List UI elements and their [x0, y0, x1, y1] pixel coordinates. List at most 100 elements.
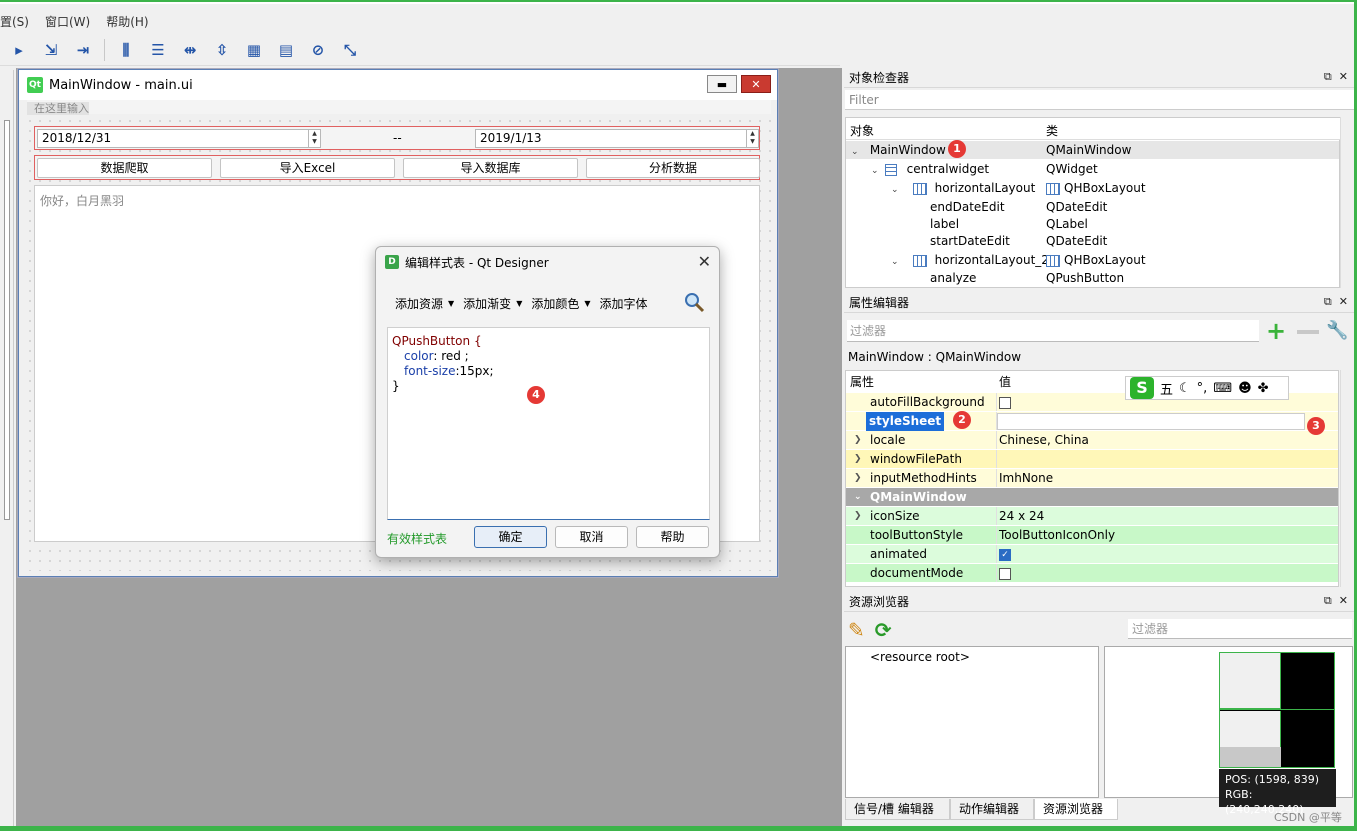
help-button[interactable]: 帮助 — [636, 526, 709, 548]
dialog-close-icon[interactable]: ✕ — [698, 252, 711, 271]
minimize-button[interactable]: ▬ — [707, 75, 737, 93]
remove-property-icon[interactable] — [1297, 330, 1319, 334]
tab-signal-slot-editor[interactable]: 信号/槽 编辑器 — [845, 799, 950, 820]
stylesheet-editor[interactable]: QPushButton { color: red ; font-size:15p… — [387, 327, 710, 520]
layout-form-icon[interactable]: ▤ — [273, 37, 299, 63]
chevron-right-icon[interactable]: ❯ — [854, 450, 862, 469]
menu-settings[interactable]: 置(S) — [0, 13, 29, 30]
adjust-size-icon[interactable]: ⤡ — [337, 37, 363, 63]
tree-row[interactable]: ⌄ horizontalLayout_2 QHBoxLayout — [846, 251, 1339, 269]
keyboard-icon[interactable]: ⌨ — [1213, 381, 1232, 396]
chevron-down-icon[interactable]: ⌄ — [846, 143, 859, 161]
property-filter-input[interactable]: 过滤器 — [847, 320, 1259, 342]
chevron-down-icon[interactable]: ⌄ — [854, 488, 862, 507]
magnifier-icon[interactable] — [683, 291, 705, 313]
column-property: 属性 — [850, 375, 875, 389]
dialog-title-bar[interactable]: D 编辑样式表 - Qt Designer ✕ — [376, 247, 719, 277]
add-dynamic-property-icon[interactable]: + — [1266, 319, 1286, 343]
reload-icon[interactable]: ⟳ — [875, 618, 892, 642]
edit-signals-icon[interactable]: ▸ — [6, 37, 32, 63]
analyze-data-button[interactable]: 分析数据 — [586, 158, 760, 178]
start-date-edit[interactable]: 2018/12/31 ▲ ▼ — [37, 129, 321, 148]
menu-type-here[interactable]: 在这里输入 — [27, 102, 89, 115]
chevron-down-icon[interactable]: ⌄ — [846, 162, 879, 180]
object-tree[interactable]: 对象 类 ⌄ MainWindow QMainWindow 1 ⌄ centra… — [845, 117, 1341, 288]
dock-float-close-icon[interactable]: ⧉ ✕ — [1324, 70, 1348, 84]
chevron-down-icon[interactable]: ▼ — [584, 299, 590, 308]
import-database-button[interactable]: 导入数据库 — [403, 158, 578, 178]
dock-float-close-icon[interactable]: ⧉ ✕ — [1324, 594, 1348, 608]
tree-row[interactable]: endDateEdit QDateEdit — [846, 198, 1339, 216]
resource-tree[interactable]: <resource root> — [845, 646, 1099, 798]
edit-buddies-icon[interactable]: ⇲ — [38, 37, 64, 63]
ime-mode-label[interactable]: 五 — [1160, 379, 1173, 398]
property-row[interactable]: ❯ inputMethodHints ImhNone — [846, 469, 1338, 488]
add-color-button[interactable]: 添加颜色 — [531, 295, 579, 312]
resource-filter-input[interactable]: 过滤器 — [1128, 619, 1352, 639]
end-date-spin[interactable]: ▲ ▼ — [746, 130, 758, 147]
menu-window[interactable]: 窗口(W) — [45, 13, 90, 30]
chevron-right-icon[interactable]: ❯ — [854, 469, 862, 488]
object-filter-input[interactable]: Filter — [845, 90, 1354, 110]
left-dock-scrollbar[interactable] — [4, 120, 10, 520]
break-layout-icon[interactable]: ⊘ — [305, 37, 331, 63]
add-resource-button[interactable]: 添加资源 — [395, 295, 443, 312]
ok-button[interactable]: 确定 — [474, 526, 547, 548]
wrench-icon[interactable]: 🔧 — [1326, 320, 1348, 341]
punctuation-icon[interactable]: °, — [1197, 381, 1208, 396]
chevron-down-icon[interactable]: ⌄ — [891, 181, 903, 199]
property-row[interactable]: ❯ windowFilePath — [846, 450, 1338, 469]
cancel-button[interactable]: 取消 — [555, 526, 628, 548]
dock-float-close-icon[interactable]: ⧉ ✕ — [1324, 295, 1348, 309]
import-excel-button[interactable]: 导入Excel — [220, 158, 395, 178]
form-title-bar[interactable]: Qt MainWindow - main.ui ▬ ✕ — [19, 70, 777, 100]
property-table-scrollbar[interactable] — [1340, 370, 1353, 587]
property-table[interactable]: 属性 值 autoFillBackground styleSheet ↶ ❯ lo… — [845, 370, 1339, 587]
property-row[interactable]: ❯ locale Chinese, China — [846, 431, 1338, 450]
property-row[interactable]: documentMode — [846, 564, 1338, 583]
property-row[interactable]: styleSheet ↶ — [846, 412, 1338, 431]
add-font-button[interactable]: 添加字体 — [600, 295, 648, 312]
close-button[interactable]: ✕ — [741, 75, 771, 93]
auto-fill-checkbox[interactable] — [999, 396, 1011, 409]
add-gradient-button[interactable]: 添加渐变 — [463, 295, 511, 312]
stylesheet-value-field[interactable] — [997, 413, 1305, 430]
property-row[interactable]: toolButtonStyle ToolButtonIconOnly — [846, 526, 1338, 545]
tree-row[interactable]: ⌄ centralwidget QWidget — [846, 160, 1339, 178]
layout-vertical-splitter-icon[interactable]: ⇳ — [209, 37, 235, 63]
moon-icon[interactable]: ☾ — [1179, 381, 1191, 396]
property-row[interactable]: animated ✓ — [846, 545, 1338, 564]
ime-toolbar[interactable]: S 五 ☾ °, ⌨ ☻ ✤ — [1125, 376, 1289, 400]
tree-row-class: QWidget — [1046, 162, 1098, 176]
property-row[interactable]: ❯ iconSize 24 x 24 — [846, 507, 1338, 526]
crawl-data-button[interactable]: 数据爬取 — [37, 158, 212, 178]
user-icon[interactable]: ☻ — [1238, 381, 1252, 396]
object-tree-scrollbar[interactable] — [1340, 117, 1353, 288]
document-mode-checkbox[interactable] — [999, 567, 1011, 580]
layout-grid-icon[interactable]: ▦ — [241, 37, 267, 63]
layout-horizontal-splitter-icon[interactable]: ⇹ — [177, 37, 203, 63]
menu-help[interactable]: 帮助(H) — [106, 13, 148, 30]
chevron-down-icon[interactable]: ▼ — [516, 299, 522, 308]
pencil-icon[interactable]: ✎ — [848, 618, 865, 642]
chevron-down-icon[interactable]: ▼ — [448, 299, 454, 308]
end-date-edit[interactable]: 2019/1/13 ▲ ▼ — [475, 129, 759, 148]
animated-checkbox[interactable]: ✓ — [999, 548, 1011, 561]
layout-horizontal-icon[interactable]: ⫼ — [113, 37, 139, 63]
tab-resource-browser[interactable]: 资源浏览器 — [1034, 799, 1118, 820]
tree-row[interactable]: analyze QPushButton — [846, 269, 1339, 287]
resource-root[interactable]: <resource root> — [870, 650, 970, 664]
layout-vertical-icon[interactable]: ☰ — [145, 37, 171, 63]
tree-row[interactable]: ⌄ horizontalLayout QHBoxLayout — [846, 179, 1339, 197]
chevron-right-icon[interactable]: ❯ — [854, 431, 862, 450]
edit-tab-order-icon[interactable]: ⇥ — [70, 37, 96, 63]
property-group-header[interactable]: ⌄ QMainWindow — [846, 488, 1338, 507]
apps-icon[interactable]: ✤ — [1258, 381, 1269, 396]
chevron-right-icon[interactable]: ❯ — [854, 507, 862, 526]
tree-row[interactable]: label QLabel — [846, 215, 1339, 233]
tab-action-editor[interactable]: 动作编辑器 — [950, 799, 1034, 820]
tree-row[interactable]: startDateEdit QDateEdit — [846, 232, 1339, 250]
form-menubar[interactable]: 在这里输入 — [27, 100, 771, 115]
start-date-spin[interactable]: ▲ ▼ — [308, 130, 320, 147]
tree-row[interactable]: ⌄ MainWindow QMainWindow — [846, 141, 1339, 159]
